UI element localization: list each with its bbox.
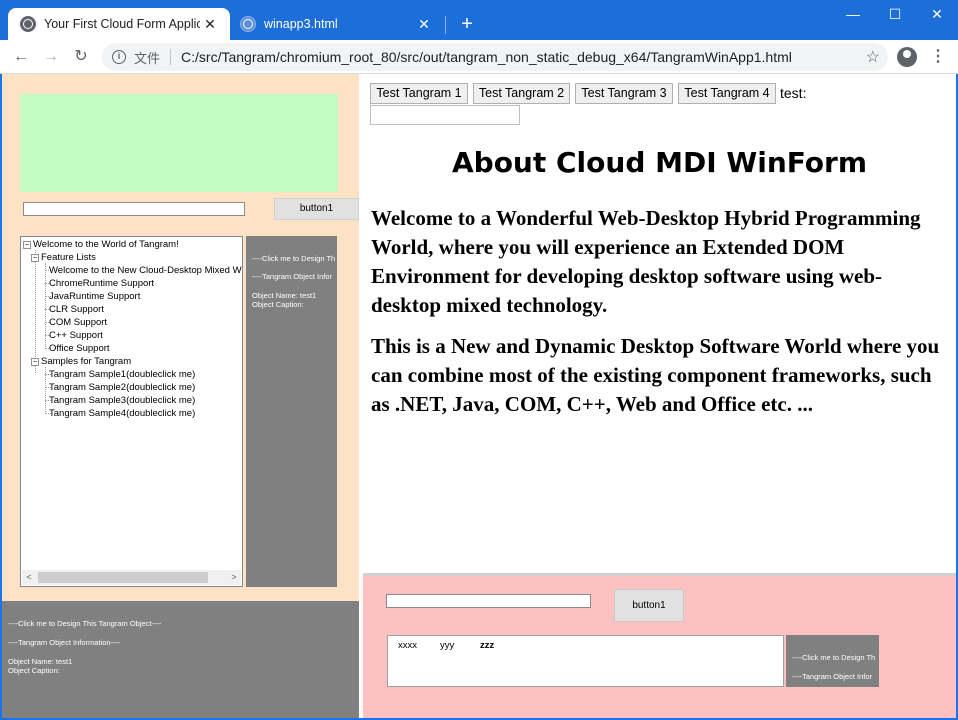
bookmark-star-icon[interactable]: ☆ (866, 47, 880, 67)
scroll-thumb[interactable] (38, 572, 208, 583)
minimize-button[interactable]: — (832, 0, 874, 30)
design-link[interactable]: ----Click me to Design Th (252, 254, 335, 263)
tree-node[interactable]: ChromeRuntime Support (49, 277, 154, 290)
pink-text-input[interactable] (386, 594, 591, 608)
tangram-object-panel[interactable]: ----Click me to Design Th ----Tangram Ob… (246, 236, 337, 587)
object-name: Object Name: test1 (8, 657, 73, 666)
close-window-button[interactable]: ✕ (916, 0, 958, 30)
pink-tangram-object-panel[interactable]: ----Click me to Design Th ----Tangram Ob… (786, 635, 879, 687)
tree-node-welcome[interactable]: − Welcome to the World of Tangram! (23, 238, 179, 251)
object-caption: Object Caption: (252, 300, 304, 309)
tree-node[interactable]: COM Support (49, 316, 107, 329)
tree-node[interactable]: Tangram Sample3(doubleclick me) (49, 394, 195, 407)
tree-node-feature-lists[interactable]: − Feature Lists (31, 251, 96, 264)
object-info-heading: ----Tangram Object Information---- (8, 638, 121, 647)
info-icon[interactable]: i (112, 50, 126, 64)
address-bar[interactable]: i 文件 C:/src/Tangram/chromium_root_80/src… (102, 43, 888, 71)
left-text-input[interactable] (23, 202, 245, 216)
object-info-heading: ----Tangram Object Infor (792, 672, 873, 681)
tree-node[interactable]: Tangram Sample4(doubleclick me) (49, 407, 195, 420)
list-item[interactable]: xxxx (398, 640, 417, 651)
profile-avatar-icon[interactable] (897, 47, 917, 67)
tab-title: winapp3.html (264, 17, 338, 31)
omnibox-separator (170, 49, 172, 65)
reload-button[interactable]: ↻ (68, 44, 94, 70)
pink-pane: button1 xxxx yyy zzz ----Click me to Des… (363, 576, 956, 718)
page-content: button1 − Welcome to the World of Tangram… (2, 74, 956, 718)
collapse-icon[interactable]: − (31, 358, 39, 366)
list-item[interactable]: zzz (480, 640, 494, 651)
tree-node[interactable]: CLR Support (49, 303, 104, 316)
bottom-tangram-object-panel[interactable]: ----Click me to Design This Tangram Obje… (2, 601, 359, 718)
scroll-right-icon[interactable]: > (227, 570, 241, 585)
maximize-button[interactable]: ☐ (874, 0, 916, 30)
collapse-icon[interactable]: − (31, 254, 39, 262)
test-tangram-2-button[interactable]: Test Tangram 2 (473, 83, 570, 104)
horizontal-scrollbar[interactable]: < > (22, 570, 241, 585)
file-chip: 文件 (134, 50, 161, 66)
scroll-left-icon[interactable]: < (22, 570, 36, 585)
page-title: About Cloud MDI WinForm (451, 146, 868, 179)
dynamic-world-paragraph: This is a New and Dynamic Desktop Softwa… (371, 334, 940, 416)
test-tangram-4-button[interactable]: Test Tangram 4 (678, 83, 776, 104)
tree-node-samples[interactable]: − Samples for Tangram (31, 355, 131, 368)
globe-icon (20, 16, 36, 32)
back-button[interactable]: ← (8, 44, 34, 70)
tree-node[interactable]: Tangram Sample2(doubleclick me) (49, 381, 195, 394)
tree-label: Welcome to the World of Tangram! (33, 239, 179, 250)
left-button1[interactable]: button1 (274, 198, 359, 220)
left-pane: button1 − Welcome to the World of Tangram… (2, 74, 359, 601)
test-tangram-1-button[interactable]: Test Tangram 1 (370, 83, 468, 104)
object-caption: Object Caption: (8, 666, 60, 675)
tree-node[interactable]: Tangram Sample1(doubleclick me) (49, 368, 195, 381)
green-panel (20, 94, 338, 192)
list-item[interactable]: yyy (440, 640, 454, 651)
test-label: test: (780, 85, 807, 101)
forward-button[interactable]: → (38, 44, 64, 70)
tab-divider (445, 16, 446, 34)
tree-node[interactable]: Office Support (49, 342, 110, 355)
design-link[interactable]: ----Click me to Design This Tangram Obje… (8, 619, 162, 628)
tab-close-icon[interactable]: ✕ (414, 16, 434, 33)
tab-winapp3[interactable]: winapp3.html ✕ (230, 8, 444, 40)
list-view[interactable]: xxxx yyy zzz (387, 635, 784, 687)
object-name: Object Name: test1 (252, 291, 317, 300)
menu-icon[interactable]: ⋮ (930, 44, 946, 70)
url-text[interactable]: C:/src/Tangram/chromium_root_80/src/out/… (181, 49, 792, 65)
tree-node[interactable]: Welcome to the New Cloud-Desktop Mixed W (49, 264, 242, 277)
tree-node[interactable]: C++ Support (49, 329, 103, 342)
object-info-heading: ----Tangram Object Infor (252, 272, 333, 281)
tab-close-icon[interactable]: ✕ (200, 16, 220, 33)
about-pane: Test Tangram 1 Test Tangram 2 Test Tangr… (363, 74, 956, 573)
tree-label: Feature Lists (41, 252, 96, 263)
test-tangram-3-button[interactable]: Test Tangram 3 (575, 83, 673, 104)
pink-button1[interactable]: button1 (614, 589, 684, 622)
tree-label: Samples for Tangram (41, 356, 132, 367)
design-link[interactable]: ----Click me to Design Th (792, 653, 875, 662)
collapse-icon[interactable]: − (23, 241, 31, 249)
globe-icon (240, 16, 256, 32)
tab-title: Your First Cloud Form Applicati (44, 17, 200, 31)
new-tab-button[interactable]: + (455, 12, 479, 36)
tree-node[interactable]: JavaRuntime Support (49, 290, 140, 303)
test-input[interactable] (370, 105, 520, 125)
welcome-paragraph: Welcome to a Wonderful Web-Desktop Hybri… (371, 206, 921, 317)
tab-strip: Your First Cloud Form Applicati ✕ winapp… (0, 0, 958, 40)
feature-tree[interactable]: − Welcome to the World of Tangram! − Featu… (20, 236, 243, 587)
tab-cloud-form[interactable]: Your First Cloud Form Applicati ✕ (8, 8, 230, 40)
browser-toolbar: ← → ↻ i 文件 C:/src/Tangram/chromium_root_… (0, 40, 958, 74)
